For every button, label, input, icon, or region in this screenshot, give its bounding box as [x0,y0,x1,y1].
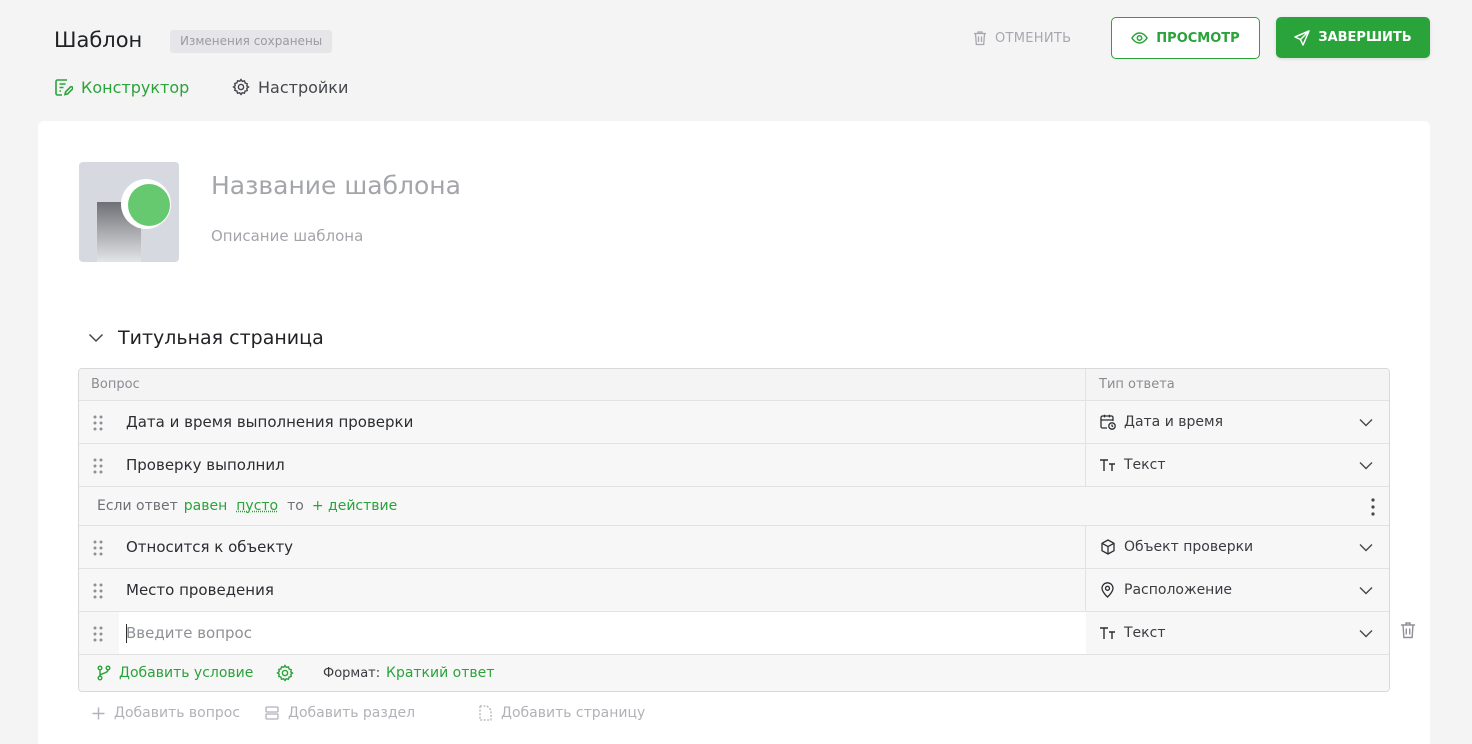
table-row[interactable]: Дата и время выполнения проверки Дата и … [79,401,1389,444]
top-bar: Шаблон Изменения сохранены ОТМЕНИТЬ ПРОС… [0,0,1472,120]
table-header: Вопрос Тип ответа [79,369,1389,401]
question-text[interactable]: Относится к объекту [126,538,293,556]
answer-type-select[interactable]: Дата и время [1086,401,1389,443]
add-condition-label: Добавить условие [119,665,254,681]
answer-type-label: Расположение [1124,582,1233,598]
preview-label: ПРОСМОТР [1156,30,1240,46]
question-options-bar: Добавить условие Формат: Краткий ответ [79,655,1389,691]
trash-icon [974,31,986,46]
preview-button[interactable]: ПРОСМОТР [1111,17,1260,59]
chevron-down-icon [1359,419,1373,427]
drag-handle-icon[interactable] [93,458,103,474]
question-text[interactable]: Дата и время выполнения проверки [126,413,413,431]
answer-type-select[interactable]: Текст [1086,612,1389,654]
add-action-link[interactable]: + действие [312,498,397,514]
builder-icon [55,78,73,96]
drag-handle-icon[interactable] [93,415,103,431]
delete-question-icon[interactable] [1400,621,1416,639]
drag-handle-icon[interactable] [93,626,103,642]
condition-value[interactable]: пусто [236,498,278,514]
add-page-label: Добавить страницу [501,705,646,721]
finish-button[interactable]: ЗАВЕРШИТЬ [1276,17,1430,58]
cover-placeholder-icon [97,179,171,262]
tab-builder-label: Конструктор [81,77,190,97]
text-cursor [126,624,127,643]
add-section-label: Добавить раздел [288,705,416,721]
question-text[interactable]: Место проведения [126,581,274,599]
answer-type-label: Текст [1124,625,1166,641]
add-question-button[interactable]: Добавить вопрос [92,705,240,721]
new-question-row[interactable]: Введите вопрос Текст [79,612,1389,655]
table-row[interactable]: Место проведения Расположение [79,569,1389,612]
question-text[interactable]: Проверку выполнил [126,456,285,474]
condition-then: то [287,498,304,514]
format-value-link[interactable]: Краткий ответ [386,665,494,681]
chevron-down-icon [1359,630,1373,638]
format-label: Формат: [323,665,381,681]
answer-type-select[interactable]: Расположение [1086,569,1389,611]
chevron-down-icon [88,333,104,343]
cube-icon [1099,539,1116,556]
template-card: Название шаблона Описание шаблона Титуль… [38,121,1430,744]
branch-icon [97,665,111,681]
finish-label: ЗАВЕРШИТЬ [1318,30,1412,45]
send-icon [1294,29,1311,46]
chevron-down-icon [1359,544,1373,552]
add-condition-button[interactable]: Добавить условие [97,665,253,681]
calendar-clock-icon [1099,414,1116,431]
answer-type-label: Дата и время [1124,414,1223,430]
add-question-label: Добавить вопрос [114,705,241,721]
template-name-input[interactable]: Название шаблона [211,171,461,200]
answer-type-label: Объект проверки [1124,539,1254,555]
template-cover-image[interactable] [79,162,179,262]
section-header[interactable]: Титульная страница [88,325,324,351]
question-input[interactable] [119,612,1086,654]
location-pin-icon [1099,582,1116,599]
plus-icon [92,707,105,719]
tab-settings-label: Настройки [258,77,349,97]
drag-handle-icon[interactable] [93,540,103,556]
page-title: Шаблон [54,28,143,52]
gear-icon [232,78,250,96]
add-page-button[interactable]: Добавить страницу [479,705,645,721]
text-icon [1099,457,1116,474]
tab-settings[interactable]: Настройки [232,76,348,98]
chevron-down-icon [1359,587,1373,595]
condition-operator[interactable]: равен [184,498,227,514]
saved-status-badge: Изменения сохранены [170,30,333,53]
kebab-menu-icon[interactable] [1371,498,1375,516]
question-input-placeholder: Введите вопрос [126,624,252,642]
column-question-header: Вопрос [91,377,140,392]
table-row[interactable]: Относится к объекту Объект проверки [79,526,1389,569]
cancel-label: ОТМЕНИТЬ [995,30,1072,46]
cancel-button[interactable]: ОТМЕНИТЬ [973,28,1071,48]
drag-handle-icon[interactable] [93,583,103,599]
page-icon [479,705,492,721]
column-type-header: Тип ответа [1099,377,1175,392]
tab-builder[interactable]: Конструктор [54,76,189,98]
section-icon [265,706,279,720]
text-icon [1099,625,1116,642]
section-title: Титульная страница [118,327,324,349]
questions-table: Вопрос Тип ответа Дата и время выполнени… [78,368,1390,692]
chevron-down-icon [1359,462,1373,470]
table-row[interactable]: Проверку выполнил Текст [79,444,1389,487]
add-section-button[interactable]: Добавить раздел [265,705,415,721]
answer-type-label: Текст [1124,457,1166,473]
template-description-input[interactable]: Описание шаблона [211,227,363,245]
gear-icon[interactable] [276,664,294,682]
eye-icon [1131,32,1149,44]
answer-type-select[interactable]: Объект проверки [1086,526,1389,568]
answer-type-select[interactable]: Текст [1086,444,1389,486]
condition-prefix: Если ответ [97,498,178,514]
condition-rule: Если ответ равен пусто то + действие [79,487,1389,526]
